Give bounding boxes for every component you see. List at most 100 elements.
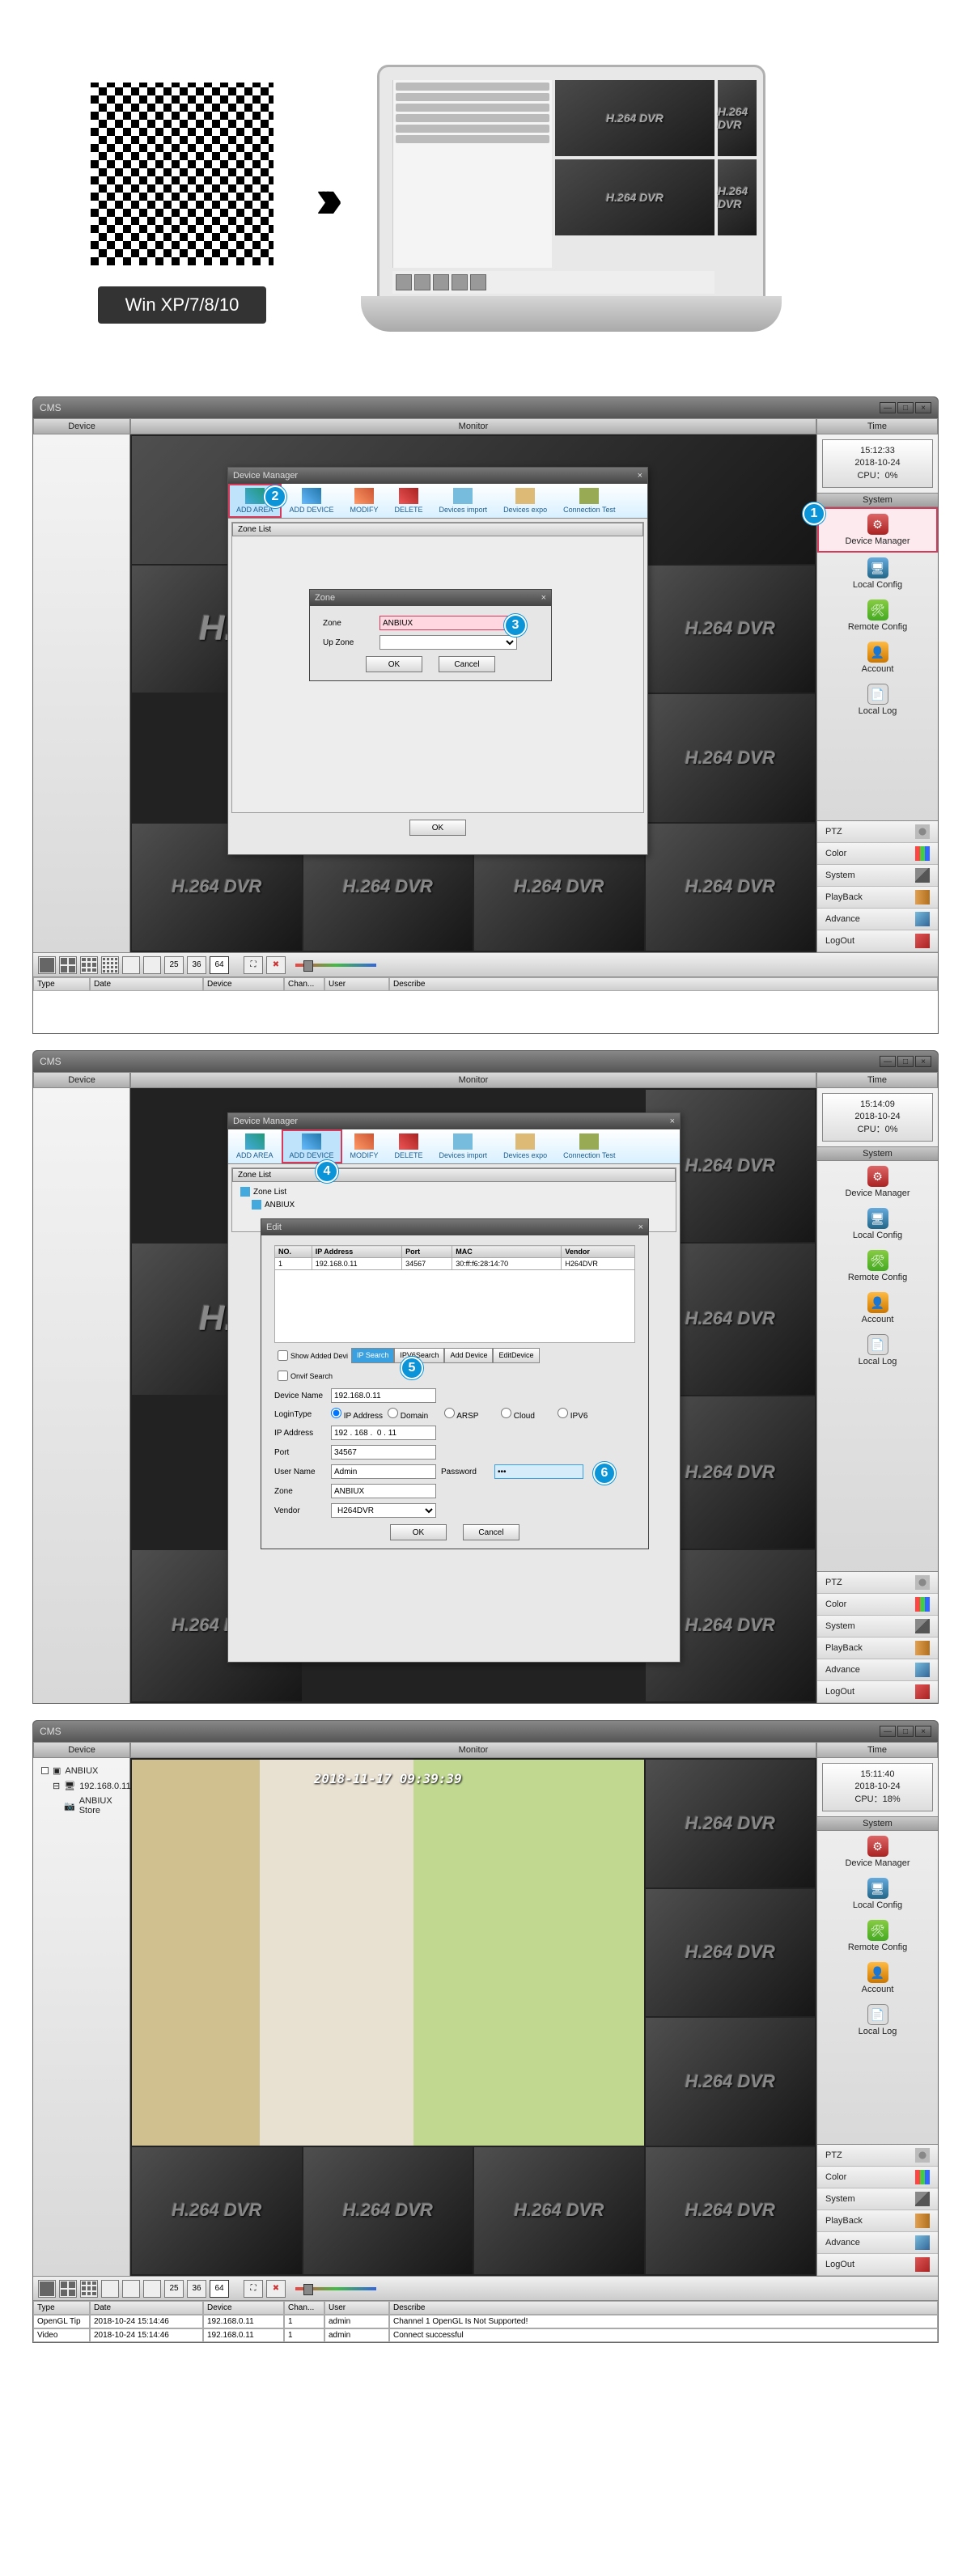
add-device-button[interactable]: ADD DEVICE	[282, 484, 342, 518]
opt-logout[interactable]: LogOut	[817, 2254, 938, 2276]
monitor-tile[interactable]: H.264 DVR	[474, 2147, 644, 2275]
system-remote-config[interactable]: 🛠Remote Config	[817, 1915, 938, 1957]
layout-1-button[interactable]	[38, 2280, 56, 2298]
layout-alt2-button[interactable]	[143, 2280, 161, 2298]
system-account[interactable]: 👤Account	[817, 1957, 938, 1999]
logintype-domain[interactable]: Domain	[388, 1408, 439, 1421]
monitor-live-tile[interactable]: 2018-11-17 09:39:39	[132, 1760, 644, 2146]
monitor-tile[interactable]: H.264 DVR	[646, 2147, 816, 2275]
monitor-tile[interactable]: H.264 DVR	[646, 1760, 816, 1888]
device-name-input[interactable]	[331, 1388, 436, 1403]
opt-playback[interactable]: PlayBack	[817, 2210, 938, 2232]
username-input[interactable]	[331, 1464, 436, 1479]
opt-logout[interactable]: LogOut	[817, 1681, 938, 1703]
layout-9-button[interactable]	[80, 956, 98, 974]
devices-export-button[interactable]: Devices expo	[495, 1129, 555, 1163]
layout-4-button[interactable]	[59, 2280, 77, 2298]
layout-36-button[interactable]: 36	[187, 956, 206, 974]
stop-all-button[interactable]: ✖	[266, 956, 286, 974]
ip-search-tab[interactable]: IP Search	[351, 1348, 394, 1363]
zone-input[interactable]	[331, 1484, 436, 1498]
minimize-button[interactable]: —	[880, 402, 896, 413]
dlg-close-icon[interactable]: ×	[638, 471, 642, 481]
opt-playback[interactable]: PlayBack	[817, 887, 938, 909]
add-area-button[interactable]: ADD AREA	[228, 1129, 282, 1163]
delete-button[interactable]: DELETE	[387, 1129, 431, 1163]
zone-name-input[interactable]	[379, 616, 517, 630]
opt-system[interactable]: System	[817, 1616, 938, 1638]
layout-16-button[interactable]	[101, 956, 119, 974]
logintype-ipv6[interactable]: IPV6	[558, 1408, 609, 1421]
devices-import-button[interactable]: Devices import	[431, 484, 496, 518]
layout-alt-button[interactable]	[122, 2280, 140, 2298]
opt-advance[interactable]: Advance	[817, 909, 938, 930]
opt-color[interactable]: Color	[817, 2167, 938, 2188]
close-button[interactable]: ×	[915, 1056, 931, 1067]
layout-64-button[interactable]: 64	[210, 956, 229, 974]
layout-25-button[interactable]: 25	[164, 2280, 184, 2298]
system-account[interactable]: 👤Account	[817, 637, 938, 679]
edit-cancel-button[interactable]: Cancel	[463, 1524, 519, 1540]
opt-playback[interactable]: PlayBack	[817, 1638, 938, 1659]
modify-button[interactable]: MODIFY	[342, 484, 387, 518]
layout-alt2-button[interactable]	[143, 956, 161, 974]
minimize-button[interactable]: —	[880, 1726, 896, 1737]
ip-search-table[interactable]: NO. IP Address Port MAC Vendor 1 192.168…	[274, 1245, 635, 1343]
layout-1-button[interactable]	[38, 956, 56, 974]
system-remote-config[interactable]: 🛠Remote Config	[817, 595, 938, 637]
devices-export-button[interactable]: Devices expo	[495, 484, 555, 518]
opt-advance[interactable]: Advance	[817, 2232, 938, 2254]
monitor-tile[interactable]: H.264 DVR	[646, 694, 816, 822]
monitor-tile[interactable]: H.264 DVR	[646, 824, 816, 951]
monitor-tile[interactable]: H.264 DVR	[646, 2018, 816, 2146]
volume-slider[interactable]	[295, 964, 376, 967]
volume-slider[interactable]	[295, 2287, 376, 2290]
stop-all-button[interactable]: ✖	[266, 2280, 286, 2298]
add-device-tab[interactable]: Add Device	[444, 1348, 493, 1363]
opt-ptz[interactable]: PTZ	[817, 1572, 938, 1594]
system-local-config[interactable]: 🖥Local Config	[817, 1203, 938, 1245]
zone-tree-root[interactable]: Zone List	[235, 1185, 672, 1198]
system-device-manager[interactable]: ⚙Device Manager	[817, 507, 938, 553]
layout-25-button[interactable]: 25	[164, 956, 184, 974]
opt-color[interactable]: Color	[817, 843, 938, 865]
device-tree-ip[interactable]: ⊟🖥192.168.0.11	[49, 1778, 125, 1794]
opt-ptz[interactable]: PTZ	[817, 821, 938, 843]
devices-import-button[interactable]: Devices import	[431, 1129, 496, 1163]
system-local-log[interactable]: 📄Local Log	[817, 1999, 938, 2041]
close-button[interactable]: ×	[915, 1726, 931, 1737]
fullscreen-button[interactable]: ⛶	[244, 956, 263, 974]
opt-system[interactable]: System	[817, 865, 938, 887]
minimize-button[interactable]: —	[880, 1056, 896, 1067]
close-button[interactable]: ×	[915, 402, 931, 413]
monitor-tile[interactable]: H.264 DVR	[303, 2147, 473, 2275]
layout-64-button[interactable]: 64	[210, 2280, 229, 2298]
system-local-config[interactable]: 🖥Local Config	[817, 553, 938, 595]
delete-button[interactable]: DELETE	[387, 484, 431, 518]
monitor-tile[interactable]: H.264 DVR	[646, 566, 816, 693]
zone-ok-button[interactable]: OK	[366, 656, 422, 672]
show-added-checkbox[interactable]: Show Added Devi	[274, 1348, 351, 1363]
monitor-tile[interactable]: H.264 DVR	[646, 1889, 816, 2017]
vendor-select[interactable]: H264DVR	[331, 1503, 436, 1518]
device-tree-root[interactable]: ▣ANBIUX	[38, 1763, 125, 1778]
zone-cancel-button[interactable]: Cancel	[439, 656, 495, 672]
opt-logout[interactable]: LogOut	[817, 930, 938, 952]
ip-table-row[interactable]: 1 192.168.0.11 34567 30:ff:f6:28:14:70 H…	[275, 1258, 635, 1270]
monitor-tile[interactable]: H.264 DVR	[132, 2147, 302, 2275]
system-account[interactable]: 👤Account	[817, 1287, 938, 1329]
system-remote-config[interactable]: 🛠Remote Config	[817, 1245, 938, 1287]
maximize-button[interactable]: □	[897, 1726, 914, 1737]
layout-9-button[interactable]	[80, 2280, 98, 2298]
zone-tree-item[interactable]: ANBIUX	[247, 1198, 672, 1211]
port-input[interactable]	[331, 1445, 436, 1460]
maximize-button[interactable]: □	[897, 402, 914, 413]
monitor-panel[interactable]: 2018-11-17 09:39:39 H.264 DVR H.264 DVR …	[130, 1758, 816, 2276]
add-device-button[interactable]: ADD DEVICE	[282, 1129, 342, 1163]
maximize-button[interactable]: □	[897, 1056, 914, 1067]
dlg-close-icon[interactable]: ×	[670, 1116, 675, 1126]
fullscreen-button[interactable]: ⛶	[244, 2280, 263, 2298]
connection-test-button[interactable]: Connection Test	[555, 484, 623, 518]
edit-dlg-close-icon[interactable]: ×	[638, 1222, 643, 1232]
opt-color[interactable]: Color	[817, 1594, 938, 1616]
